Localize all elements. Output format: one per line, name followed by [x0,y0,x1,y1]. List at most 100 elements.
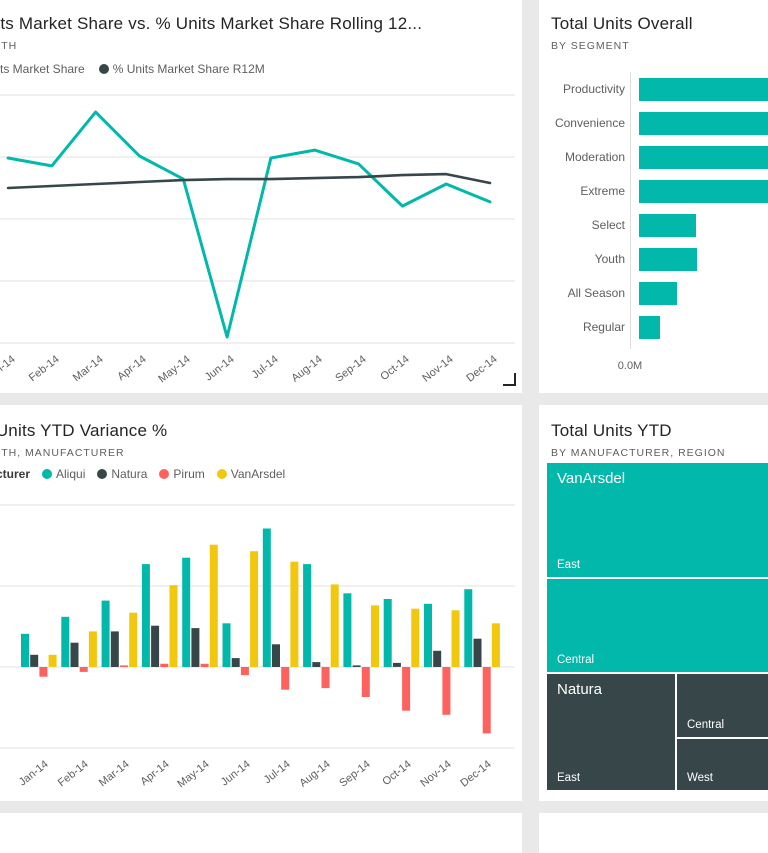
bar-natura-dec-14[interactable] [473,638,482,667]
bar-aliqui-dec-14[interactable] [464,589,473,667]
bar-vanarsdel-may-14[interactable] [209,544,218,667]
segment-label: Select [591,218,625,232]
tile-subtitle: BY MONTH [0,40,18,52]
bar-pirum-nov-14[interactable] [442,667,451,715]
bar-vanarsdel-mar-14[interactable] [129,612,138,667]
bar-vanarsdel-apr-14[interactable] [169,585,178,667]
tile-units-ytd-variance[interactable]: Total Units YTD Variance % BY MONTH, MAN… [0,405,522,801]
legend-item-natura[interactable]: Natura [97,467,147,481]
bar-pirum-sep-14[interactable] [361,667,370,697]
legend-item-aliqui[interactable]: Aliqui [42,467,85,481]
tile-resize-handle-icon[interactable] [503,373,516,386]
bar-vanarsdel-jul-14[interactable] [290,561,299,667]
line-series--units-market-share[interactable] [6,110,492,339]
segment-bar[interactable] [639,247,697,271]
treemap-cell-natura-central[interactable]: Central [677,674,768,737]
tile-title: Total Units Overall [551,14,693,33]
bar-aliqui-sep-14[interactable] [343,593,352,667]
bar-aliqui-apr-14[interactable] [141,564,150,667]
segment-bar[interactable] [639,77,768,101]
segment-label: Moderation [564,150,625,164]
segment-bar-list: Productivity Convenience Moderation Extreme… [539,72,768,344]
legend-label: Pirum [173,467,205,481]
x-axis-origin-label: 0.0M [617,360,643,372]
bar-aliqui-oct-14[interactable] [383,599,392,667]
tile-subtitle: BY MANUFACTURER, REGION [551,447,726,459]
segment-bar[interactable] [639,213,696,237]
bar-vanarsdel-jan-14[interactable] [48,654,57,667]
bar-vanarsdel-jun-14[interactable] [250,551,259,667]
legend-title: Manufacturer [0,467,31,481]
tile-title: Total Units YTD [551,421,672,440]
segment-label: Productivity [562,82,625,96]
bar-vanarsdel-sep-14[interactable] [371,605,379,667]
bar-natura-aug-14[interactable] [312,662,321,667]
variance-chart-plot[interactable] [0,495,522,795]
bar-pirum-may-14[interactable] [200,663,209,667]
bar-vanarsdel-aug-14[interactable] [330,584,339,667]
tile-subtitle: BY MONTH, MANUFACTURER [0,447,125,459]
treemap-cell-natura-west[interactable]: West [677,739,768,790]
bar-natura-may-14[interactable] [191,628,200,667]
treemap-region-label: Central [687,719,725,731]
bar-natura-jul-14[interactable] [272,644,280,667]
bar-pirum-oct-14[interactable] [402,667,411,711]
bar-vanarsdel-dec-14[interactable] [491,623,500,667]
tile-subtitle: BY SEGMENT [551,40,630,52]
bar-natura-nov-14[interactable] [433,650,442,667]
bar-vanarsdel-feb-14[interactable] [88,631,97,667]
bar-aliqui-nov-14[interactable] [424,603,432,667]
bar-pirum-jul-14[interactable] [281,667,290,690]
line-series--units-market-share-r12m[interactable] [6,172,492,190]
segment-bar[interactable] [639,111,768,135]
tile-market-share-line-chart[interactable]: % Units Market Share vs. % Units Market … [0,0,522,393]
bar-aliqui-jan-14[interactable] [21,633,29,667]
legend-item-vanarsdel[interactable]: VanArsdel [216,467,285,481]
legend-item-market-share-r12m[interactable]: % Units Market Share R12M [98,62,265,76]
segment-bar[interactable] [639,145,768,169]
segment-bar[interactable] [639,315,660,339]
bar-aliqui-feb-14[interactable] [61,616,70,667]
bar-pirum-dec-14[interactable] [482,667,491,734]
bar-natura-sep-14[interactable] [352,665,361,667]
tile-total-units-ytd-treemap[interactable]: Total Units YTD BY MANUFACTURER, REGION … [539,405,768,801]
bar-natura-mar-14[interactable] [110,631,119,667]
bar-natura-jun-14[interactable] [231,658,240,667]
bar-pirum-jan-14[interactable] [39,667,48,677]
tile-partial-bottom-right[interactable] [539,813,768,853]
bar-natura-oct-14[interactable] [392,662,401,667]
legend-label: % Units Market Share R12M [112,62,265,76]
bar-pirum-jun-14[interactable] [240,667,249,676]
bar-pirum-apr-14[interactable] [160,663,169,667]
bar-natura-apr-14[interactable] [151,625,160,667]
legend-item-pirum[interactable]: Pirum [159,467,205,481]
segment-label: Convenience [554,116,625,130]
bar-natura-jan-14[interactable] [30,654,39,667]
bar-aliqui-aug-14[interactable] [303,564,312,667]
segment-row-extreme: Extreme [539,174,768,208]
bar-pirum-feb-14[interactable] [79,667,88,672]
segment-bar[interactable] [639,281,677,305]
treemap-cell-vanarsdel-east[interactable]: VanArsdel East [547,463,768,577]
bar-aliqui-mar-14[interactable] [101,600,110,667]
bar-aliqui-may-14[interactable] [182,557,191,667]
segment-row-convenience: Convenience [539,106,768,140]
bar-aliqui-jul-14[interactable] [262,528,271,668]
bar-vanarsdel-nov-14[interactable] [451,610,460,667]
treemap-cell-natura-east[interactable]: Natura East [547,674,675,790]
bar-pirum-mar-14[interactable] [120,665,128,667]
line-chart-plot[interactable] [0,85,522,385]
bar-aliqui-jun-14[interactable] [222,623,231,667]
bar-vanarsdel-oct-14[interactable] [411,608,420,667]
bar-natura-feb-14[interactable] [70,642,79,667]
legend-dot-icon [216,469,227,479]
treemap-cell-vanarsdel-central[interactable]: Central [547,579,768,672]
legend-item-market-share[interactable]: % Units Market Share [0,62,85,76]
treemap-region-label: Central [557,654,595,666]
legend-dot-icon [42,469,53,479]
tile-total-units-overall[interactable]: Total Units Overall BY SEGMENT Productiv… [539,0,768,393]
tile-partial-bottom-left[interactable] [0,813,522,853]
segment-bar[interactable] [639,179,768,203]
bar-pirum-aug-14[interactable] [321,667,330,689]
segment-label: Youth [594,252,625,266]
